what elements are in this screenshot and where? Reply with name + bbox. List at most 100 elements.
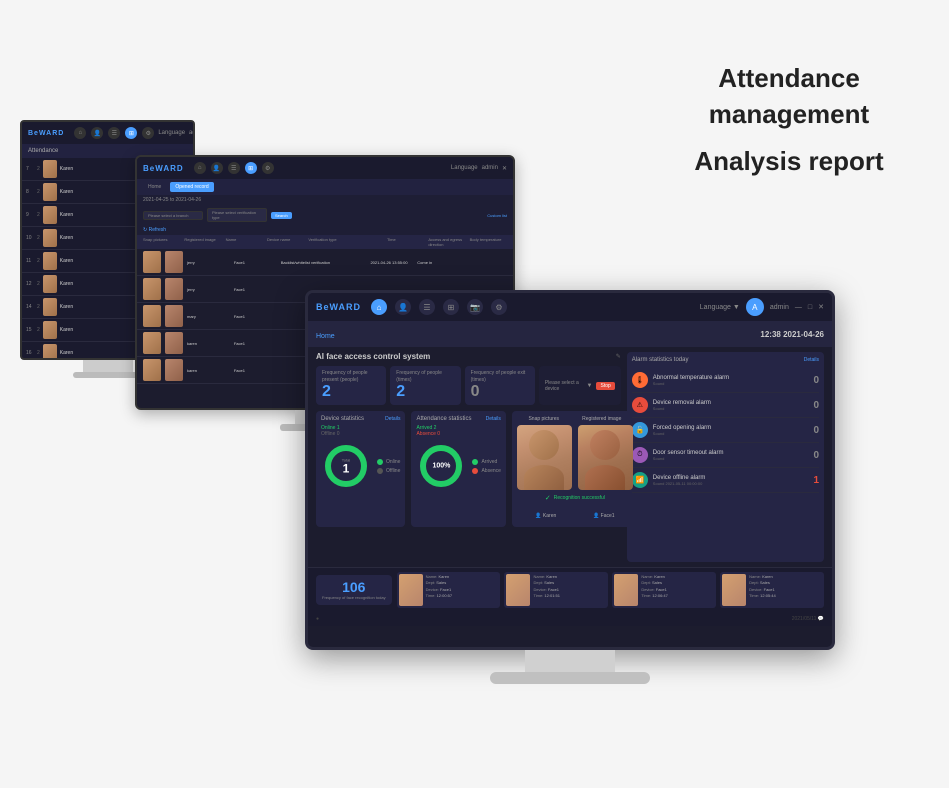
device-offline: Offline 0 — [321, 431, 400, 437]
m3-nav-person[interactable]: 👤 — [395, 299, 411, 315]
m3-minimize[interactable]: — — [795, 304, 802, 311]
attendance-stats-box: Attendance statistics Details Arrived 2 … — [411, 411, 505, 527]
absence-stat: Absence 0 — [416, 431, 500, 437]
row-avatar — [43, 298, 57, 316]
m3-time: 12:38 2021-04-26 — [760, 330, 824, 339]
m3-close[interactable]: ✕ — [818, 303, 824, 311]
m3-nav-home[interactable]: ⌂ — [371, 299, 387, 315]
device-details-btn[interactable]: Details — [385, 416, 400, 422]
td-name: jerry — [187, 287, 230, 292]
device-donut-area: Total 1 Online — [321, 441, 400, 491]
m3-home-link[interactable]: Home — [316, 333, 335, 340]
face-images — [517, 425, 633, 490]
rate-value: 100% — [433, 463, 451, 470]
snap-face-photo — [517, 425, 572, 490]
snap-face-container — [517, 425, 572, 490]
nav-icon-list[interactable]: ☰ — [108, 127, 120, 139]
device-stats-header: Device statistics Details — [321, 416, 400, 422]
freq-exit-label: Frequency of people exit (times) — [471, 370, 529, 383]
edit-icon[interactable]: ✎ — [616, 353, 621, 360]
td-name: karen — [187, 341, 230, 346]
row-dept: 2 — [37, 281, 40, 287]
row-dept: 2 — [37, 304, 40, 310]
title-area: Attendance management Analysis report — [659, 60, 919, 179]
m3-left: AI face access control system ✎ Frequenc… — [316, 352, 621, 562]
row-dept: 2 — [37, 258, 40, 264]
search-button[interactable]: Search — [271, 212, 292, 219]
absence-dot — [472, 468, 478, 474]
freq-times-value: 2 — [396, 383, 454, 401]
monitor-2-logo: BeWARD — [143, 164, 184, 173]
row-num: 7 — [26, 166, 34, 172]
nav-icon-active[interactable]: ⊞ — [125, 127, 137, 139]
m2-nav-list[interactable]: ☰ — [228, 162, 240, 174]
alarm-details-btn[interactable]: Details — [804, 357, 819, 363]
td-device: Face1 — [234, 260, 277, 265]
nav-icon-home[interactable]: ⌂ — [74, 127, 86, 139]
row-avatar — [43, 344, 57, 360]
reg-face-photo — [578, 425, 633, 490]
m2-nav-settings[interactable]: ⚙ — [262, 162, 274, 174]
th-temp: Body temperature — [470, 237, 507, 247]
row-avatar — [43, 183, 57, 201]
nav-icon-person[interactable]: 👤 — [91, 127, 103, 139]
device-select[interactable]: Please select a device ▼ Stop — [539, 366, 621, 405]
filter-input-2[interactable]: Please select verification type — [207, 208, 267, 222]
m3-right: Alarm statistics today Details 🌡 Abnorma… — [627, 352, 824, 562]
m3-maximize[interactable]: □ — [808, 304, 812, 311]
refresh-btn[interactable]: ↻ Refresh — [143, 227, 166, 233]
m3-nav-settings[interactable]: ⚙ — [491, 299, 507, 315]
alarm-item: 🔓 Forced opening alarm Sound 0 — [632, 418, 819, 443]
check-icon: ✓ — [545, 494, 551, 502]
snap-headers: Snap pictures Registered image — [517, 416, 633, 422]
legend-absence: Absence — [472, 468, 500, 474]
absence-legend-label: Absence — [481, 468, 500, 474]
monitor-1-navbar: BeWARD ⌂ 👤 ☰ ⊞ ⚙ Language admin — [22, 122, 193, 144]
freq-times-label: Frequency of people (times) — [396, 370, 454, 383]
row-name: Karen — [60, 166, 73, 172]
nav-icon-settings[interactable]: ⚙ — [142, 127, 154, 139]
nav-admin: admin — [189, 130, 195, 136]
m2-nav-person[interactable]: 👤 — [211, 162, 223, 174]
tab-opened-record[interactable]: Opened record — [170, 182, 213, 192]
filter-input-1[interactable]: Please select a branch — [143, 211, 203, 220]
m2-nav-home[interactable]: ⌂ — [194, 162, 206, 174]
stop-btn[interactable]: Stop — [596, 382, 614, 390]
attendance-donut-area: 100% Arrived Absence — [416, 441, 500, 491]
m3-nav-list[interactable]: ☰ — [419, 299, 435, 315]
snap-name: Karen — [543, 513, 556, 519]
th-reg: Registered image — [184, 237, 221, 247]
td-device: Face1 — [234, 368, 277, 373]
attendance-header: Attendance statistics Details — [416, 416, 500, 422]
m3-nav-grid[interactable]: ⊞ — [443, 299, 459, 315]
td-name: mary — [187, 314, 230, 319]
alarm-count: 0 — [813, 375, 819, 386]
th-snap: Snap pictures — [143, 237, 180, 247]
row-avatar — [43, 275, 57, 293]
main-title: Attendance management — [659, 60, 919, 133]
reg-face-body — [585, 465, 625, 490]
snap-names-row: 👤 Karen 👤 Face1 — [517, 504, 633, 522]
m2-nav-active[interactable]: ⊞ — [245, 162, 257, 174]
donut-total-value: 1 — [342, 463, 350, 475]
alarm-count: 0 — [813, 400, 819, 411]
m3-nav-camera[interactable]: 📷 — [467, 299, 483, 315]
device-donut: Total 1 — [321, 441, 371, 491]
m3-logo: BeWARD — [316, 302, 361, 312]
custom-list[interactable]: Custom list — [487, 213, 507, 218]
monitor-3-screen: BeWARD ⌂ 👤 ☰ ⊞ 📷 ⚙ Language ▼ A admin — … — [305, 290, 835, 650]
m3-main-content: AI face access control system ✎ Frequenc… — [308, 347, 832, 567]
td-name: karen — [187, 368, 230, 373]
snap-img — [143, 359, 161, 381]
row-name: Karen — [60, 281, 73, 287]
strip-card: Name: Karen Dept: Sales Device: Face1 Ti… — [720, 572, 824, 608]
snap-box: Snap pictures Registered image — [512, 411, 638, 527]
reg-face-container — [578, 425, 633, 490]
m3-admin: admin — [770, 304, 789, 311]
m2-close[interactable]: ✕ — [502, 165, 507, 172]
alarm-header: Alarm statistics today Details — [632, 357, 819, 363]
device-stats-box: Device statistics Details Online 1 Offli… — [316, 411, 405, 527]
monitor-3-stand — [525, 650, 615, 672]
tab-home[interactable]: Home — [143, 182, 166, 192]
attendance-details-btn[interactable]: Details — [486, 416, 501, 422]
